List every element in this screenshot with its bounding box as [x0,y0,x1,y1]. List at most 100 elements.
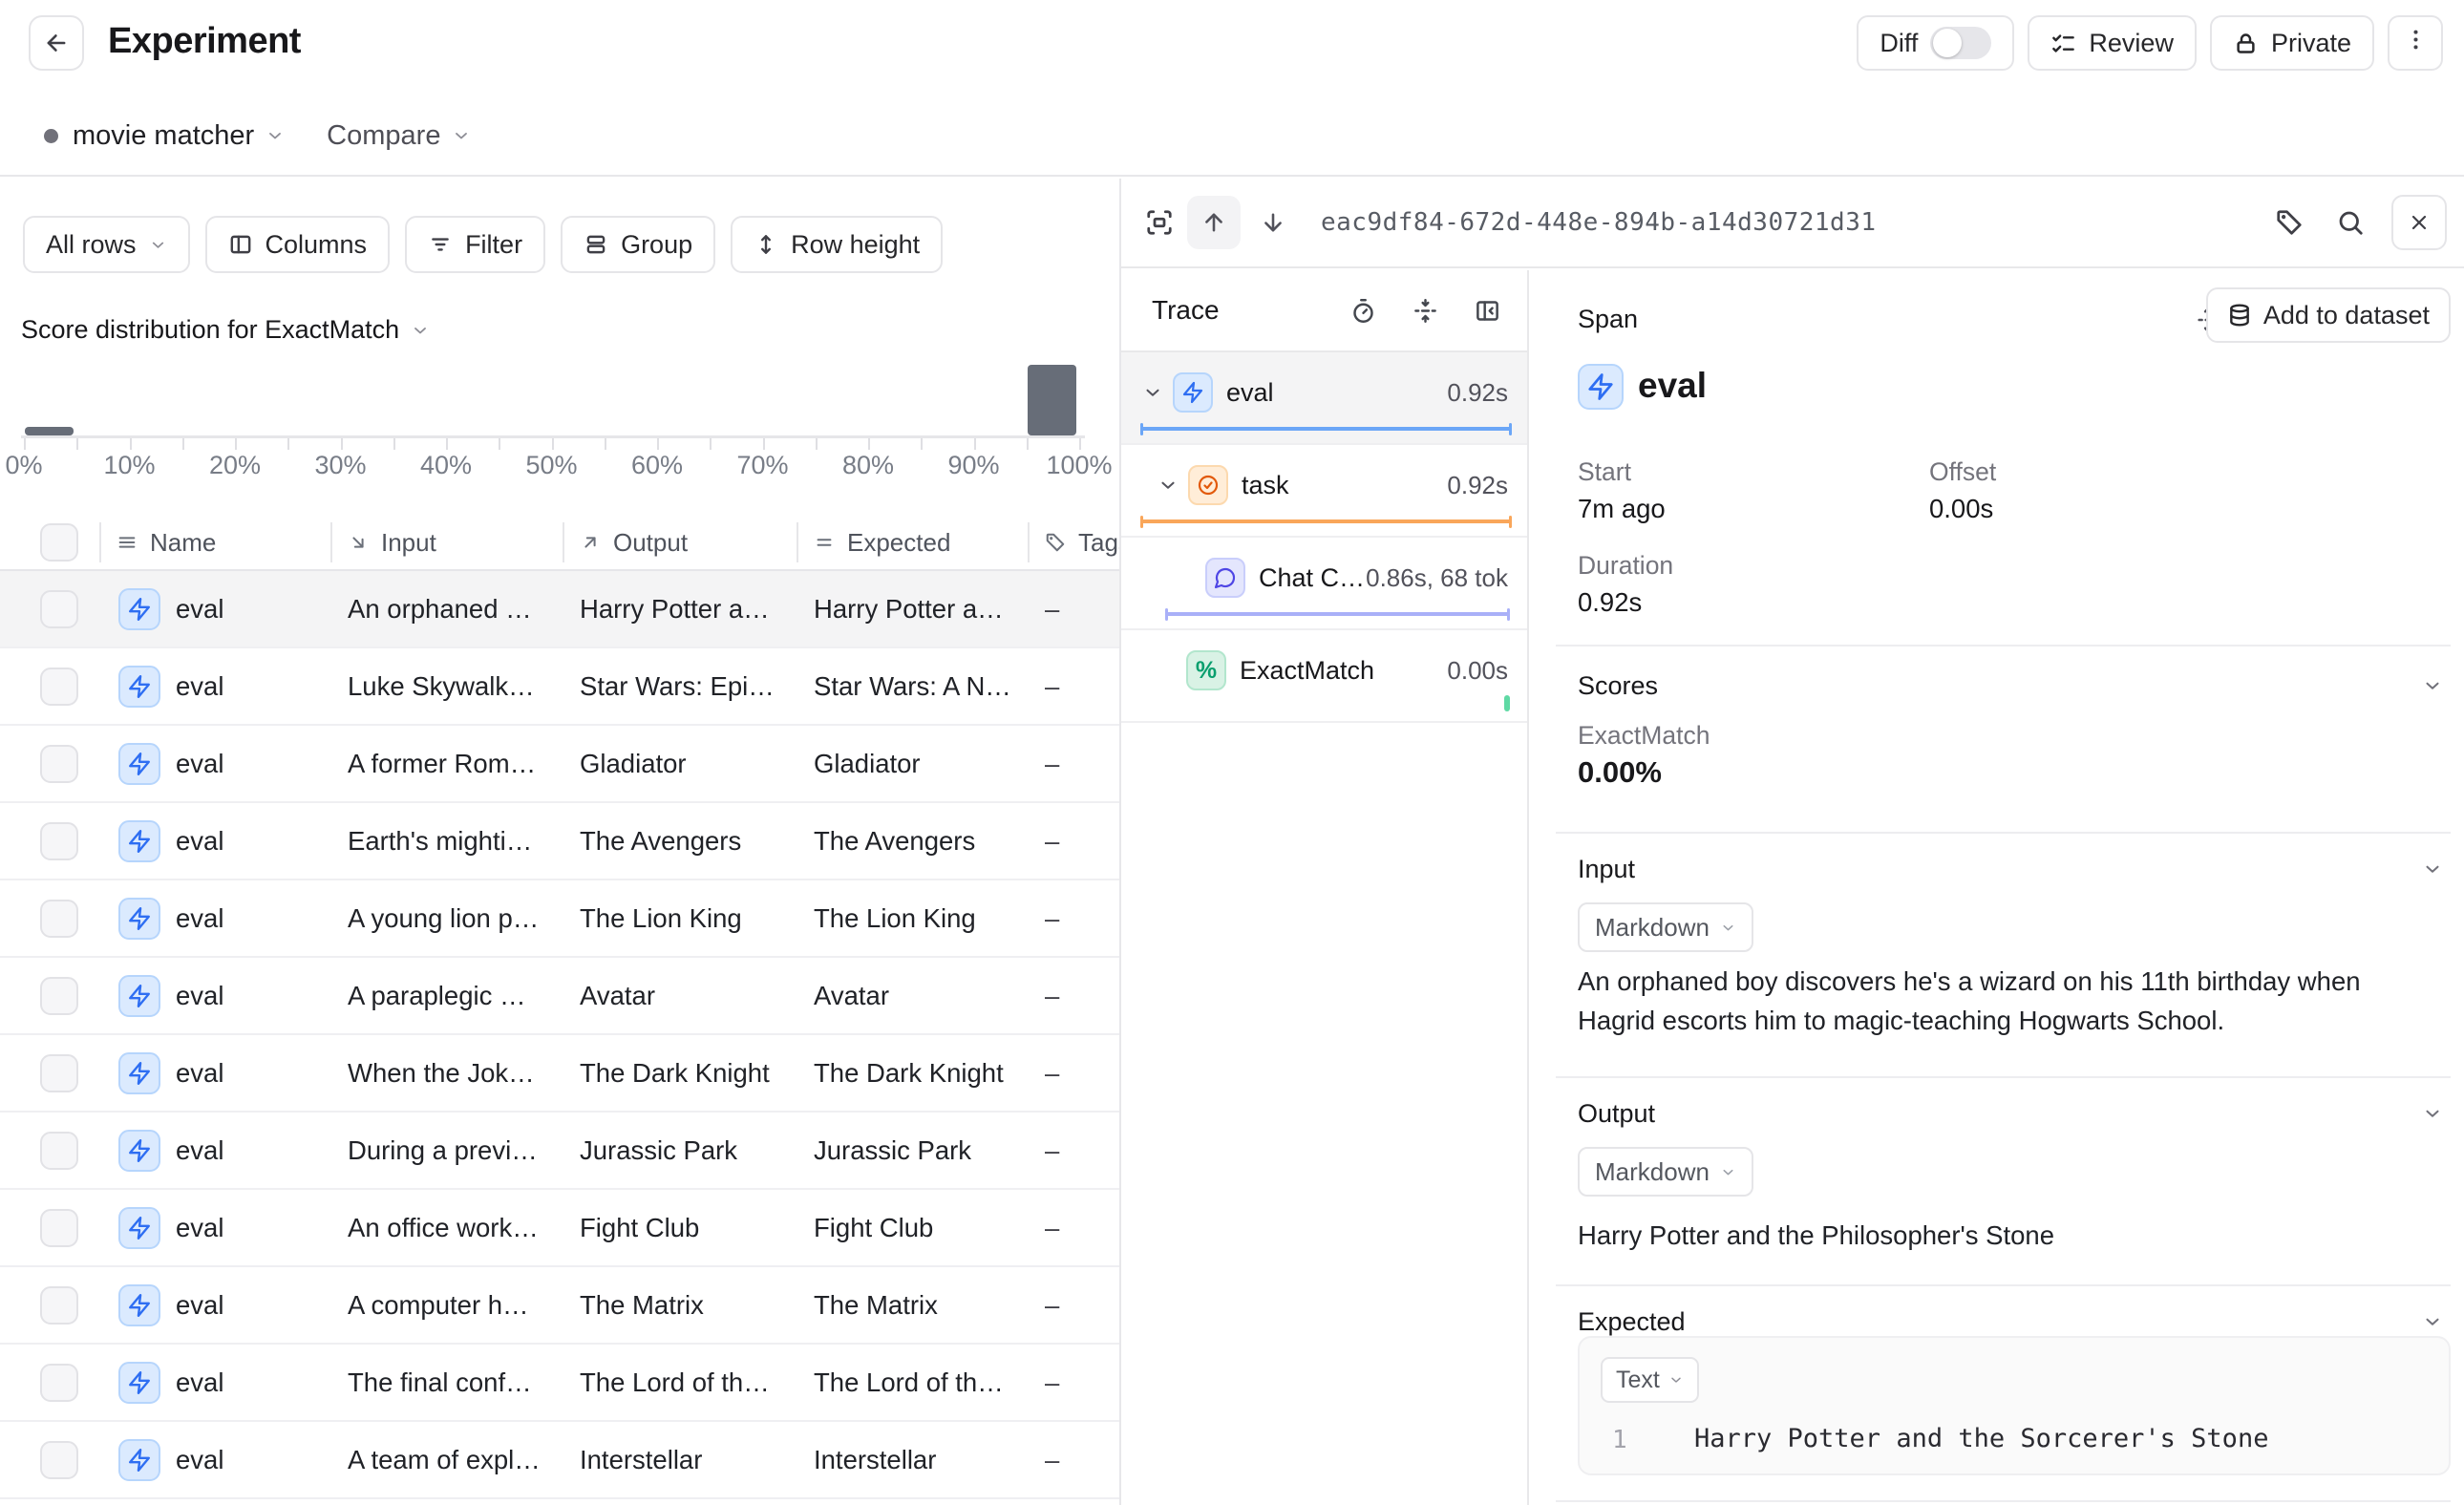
axis-tick-label: 60% [631,451,683,480]
row-checkbox[interactable] [40,745,78,783]
input-format-dropdown[interactable]: Markdown [1578,902,1753,952]
columns-button[interactable]: Columns [205,216,391,273]
table-row[interactable]: eval When the Jok… The Dark Knight The D… [0,1035,1119,1113]
timer-icon[interactable] [1350,298,1376,324]
row-tags: – [1045,1135,1059,1166]
add-to-dataset-button[interactable]: Add to dataset [2206,287,2451,343]
search-icon[interactable] [2336,208,2365,237]
trace-span-task[interactable]: task 0.92s [1121,445,1527,538]
more-options-button[interactable] [2388,15,2443,71]
output-format-dropdown[interactable]: Markdown [1578,1147,1753,1197]
column-label: Name [150,528,216,558]
table-row[interactable]: eval A team of expl… Interstellar Inters… [0,1422,1119,1499]
row-input-cell: An office work… [330,1190,563,1265]
row-input: An orphaned … [348,594,532,625]
close-panel-button[interactable] [2391,195,2447,250]
row-checkbox[interactable] [40,977,78,1015]
axis-tick [657,438,659,450]
row-checkbox[interactable] [40,1132,78,1170]
private-button[interactable]: Private [2210,15,2374,71]
back-button[interactable] [29,15,84,71]
table-row[interactable]: eval A computer h… The Matrix The Matrix… [0,1267,1119,1345]
row-name: eval [176,594,223,625]
row-height-button[interactable]: Row height [731,216,943,273]
expected-format-dropdown[interactable]: Text [1601,1357,1699,1403]
chevron-down-icon[interactable] [2422,1103,2443,1124]
review-button[interactable]: Review [2028,15,2197,71]
axis-tick [24,438,26,450]
input-text: An orphaned boy discovers he's a wizard … [1578,962,2418,1040]
group-button[interactable]: Group [561,216,715,273]
column-header-tags[interactable]: Tags [1028,516,1119,569]
section-divider [1556,1500,2451,1502]
start-label: Start [1578,457,1631,487]
score-distribution-selector[interactable]: Score distribution for ExactMatch [21,315,430,345]
previous-row-button[interactable] [1187,196,1241,249]
table-row[interactable]: eval Earth's mighti… The Avengers The Av… [0,803,1119,880]
chevron-down-icon[interactable] [1158,475,1179,496]
chevron-down-icon[interactable] [2422,858,2443,880]
table-row[interactable]: eval An orphaned … Harry Potter a… Harry… [0,571,1119,648]
row-expected: Jurassic Park [814,1135,971,1166]
row-checkbox[interactable] [40,900,78,938]
row-output: The Matrix [580,1290,704,1321]
axis-tick [921,438,923,450]
trace-span-chat-completion[interactable]: Chat C… 0.86s, 68 tok [1121,538,1527,630]
table-row[interactable]: eval A young lion p… The Lion King The L… [0,880,1119,958]
row-checkbox[interactable] [40,668,78,706]
row-output-cell: The Lion King [563,880,797,956]
row-output-cell: Avatar [563,958,797,1033]
expand-fullscreen-icon[interactable] [1145,208,1174,237]
column-header-output[interactable]: Output [563,516,797,569]
select-all-checkbox[interactable] [40,523,78,562]
zap-icon [118,1439,160,1481]
row-checkbox[interactable] [40,590,78,628]
row-checkbox[interactable] [40,1209,78,1247]
next-row-button[interactable] [1246,196,1300,249]
table-row[interactable]: eval An office work… Fight Club Fight Cl… [0,1190,1119,1267]
table-row[interactable]: eval Luke Skywalk… Star Wars: Epi… Star … [0,648,1119,726]
table-row[interactable]: eval During a previ… Jurassic Park Juras… [0,1113,1119,1190]
row-tags: – [1045,1213,1059,1243]
row-input: A young lion p… [348,903,539,934]
row-checkbox[interactable] [40,1286,78,1325]
column-header-input[interactable]: Input [330,516,563,569]
column-header-expected[interactable]: Expected [797,516,1028,569]
axis-tick [974,438,976,450]
chevron-down-icon[interactable] [2422,675,2443,696]
chevron-down-icon[interactable] [2422,1311,2443,1332]
diff-toggle[interactable] [1930,27,1991,59]
axis-tick [1079,438,1081,450]
row-checkbox[interactable] [40,1054,78,1092]
zap-icon [118,743,160,785]
row-checkbox[interactable] [40,1441,78,1479]
span-name: Chat C… [1259,563,1365,593]
table-row[interactable]: eval The final conf… The Lord of th… The… [0,1345,1119,1422]
row-input-cell: A former Rom… [330,726,563,801]
trace-span-eval[interactable]: eval 0.92s [1121,352,1527,445]
tag-icon[interactable] [2275,208,2304,237]
collapse-panel-icon[interactable] [1475,298,1500,324]
all-rows-filter-button[interactable]: All rows [23,216,190,273]
experiment-selector[interactable]: movie matcher [73,120,285,152]
collapse-vertical-icon[interactable] [1413,298,1438,324]
row-output-cell: The Avengers [563,803,797,879]
percent-glyph: % [1196,657,1217,685]
chevron-down-icon[interactable] [1142,382,1163,403]
table-row[interactable]: eval A paraplegic … Avatar Avatar – [0,958,1119,1035]
row-tags-cell: – [1028,880,1119,956]
histogram-bar [1028,365,1076,435]
span-timeline-tick [1504,695,1510,711]
compare-selector[interactable]: Compare [327,120,471,152]
column-header-name[interactable]: Name [99,516,330,569]
section-divider [1556,1076,2451,1078]
row-name-cell: eval [99,1345,330,1420]
filter-button[interactable]: Filter [405,216,545,273]
row-height-icon [754,232,778,257]
trace-span-exactmatch[interactable]: % ExactMatch 0.00s [1121,630,1527,723]
row-checkbox[interactable] [40,1364,78,1402]
table-row[interactable]: eval A former Rom… Gladiator Gladiator – [0,726,1119,803]
row-checkbox[interactable] [40,822,78,860]
row-name-cell: eval [99,958,330,1033]
row-expected-cell: Star Wars: A N… [797,648,1028,724]
